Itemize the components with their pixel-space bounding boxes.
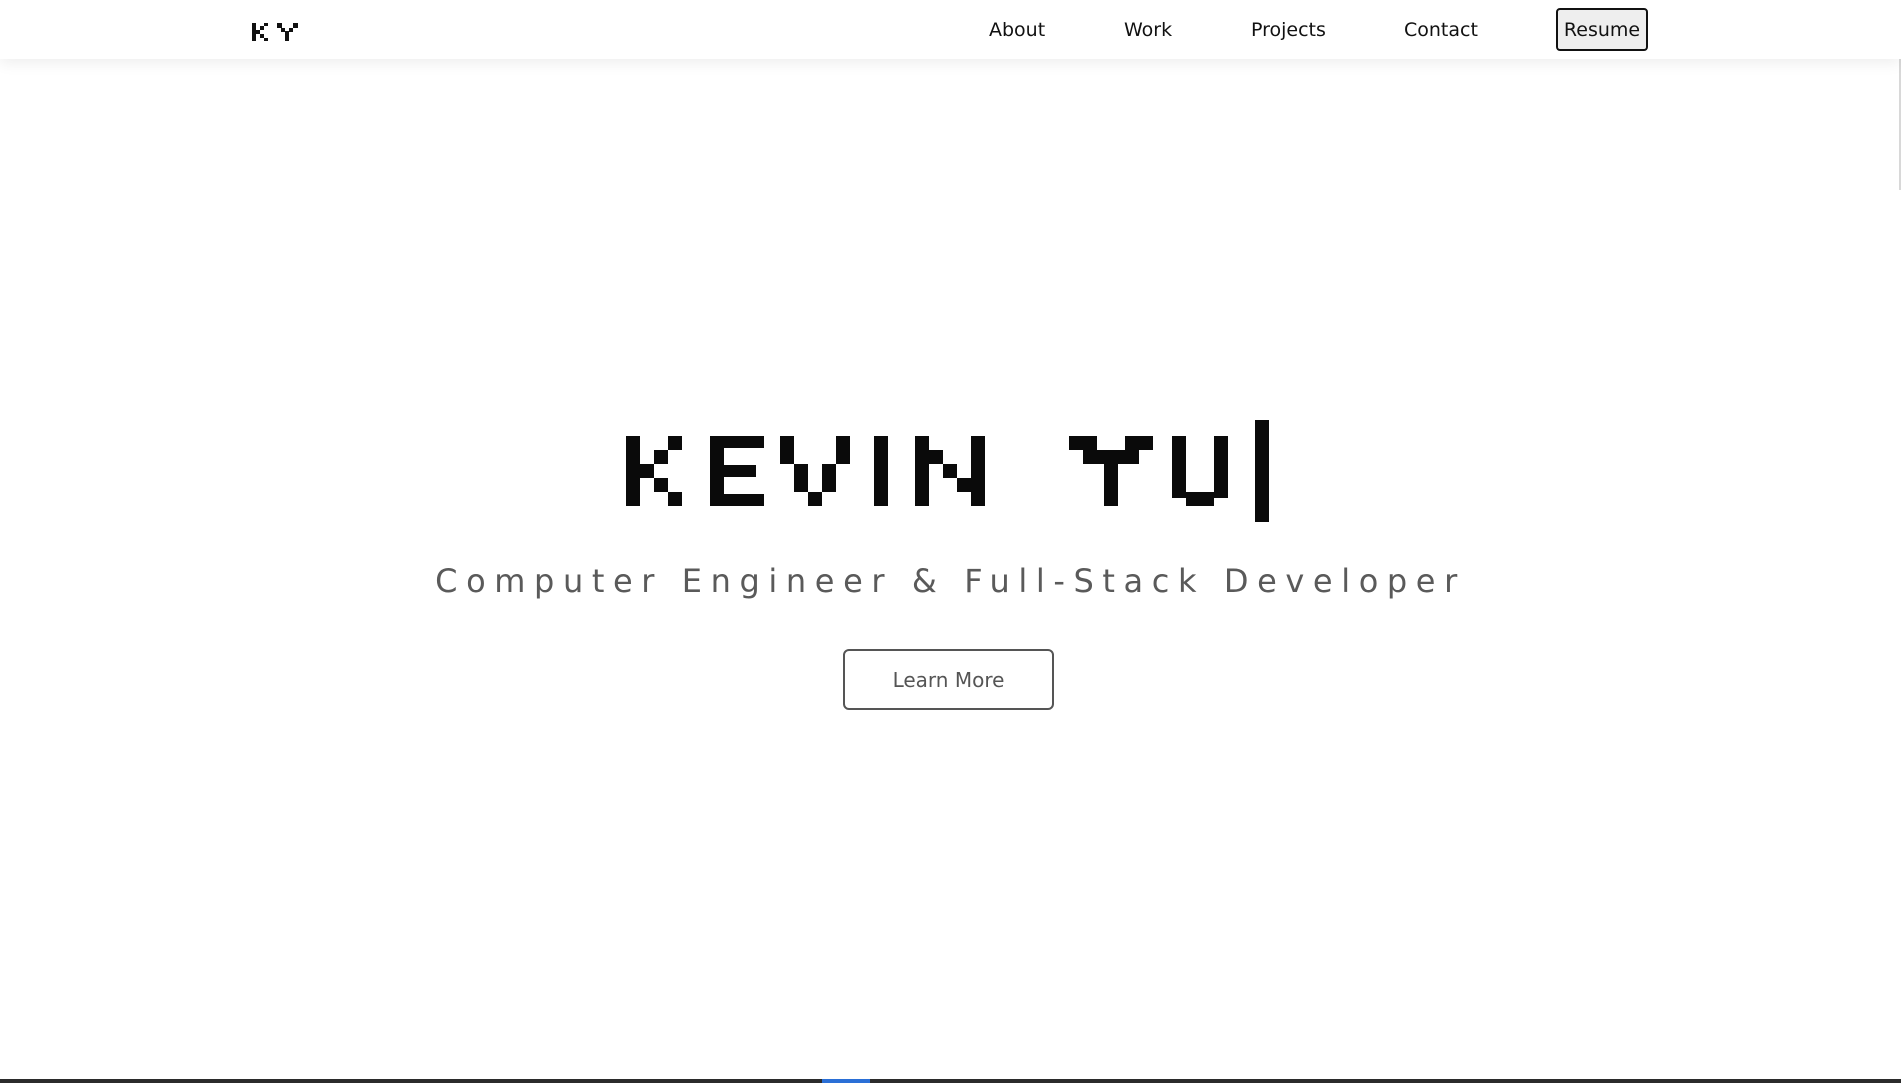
logo-ky-pixel-wordmark <box>252 23 298 41</box>
learn-more-button[interactable]: Learn More <box>843 649 1054 710</box>
bottom-edge-accent <box>822 1079 870 1083</box>
nav-projects[interactable]: Projects <box>1251 18 1326 42</box>
portfolio-page: About Work Projects Contact Resume KEVIN… <box>0 0 1901 1083</box>
nav-about[interactable]: About <box>989 18 1045 42</box>
typing-cursor <box>1255 420 1269 523</box>
bottom-edge-divider <box>0 1079 1901 1083</box>
navbar: About Work Projects Contact Resume <box>0 0 1901 59</box>
hero-subtitle: Computer Engineer & Full-Stack Developer <box>435 562 1466 600</box>
logo[interactable] <box>250 16 302 46</box>
hero-title-pixel-lettering <box>626 420 1269 523</box>
resume-button[interactable]: Resume <box>1556 8 1648 51</box>
nav-work[interactable]: Work <box>1124 18 1172 42</box>
hero-title: KEVIN YU <box>620 416 1280 524</box>
nav-contact[interactable]: Contact <box>1404 18 1478 42</box>
